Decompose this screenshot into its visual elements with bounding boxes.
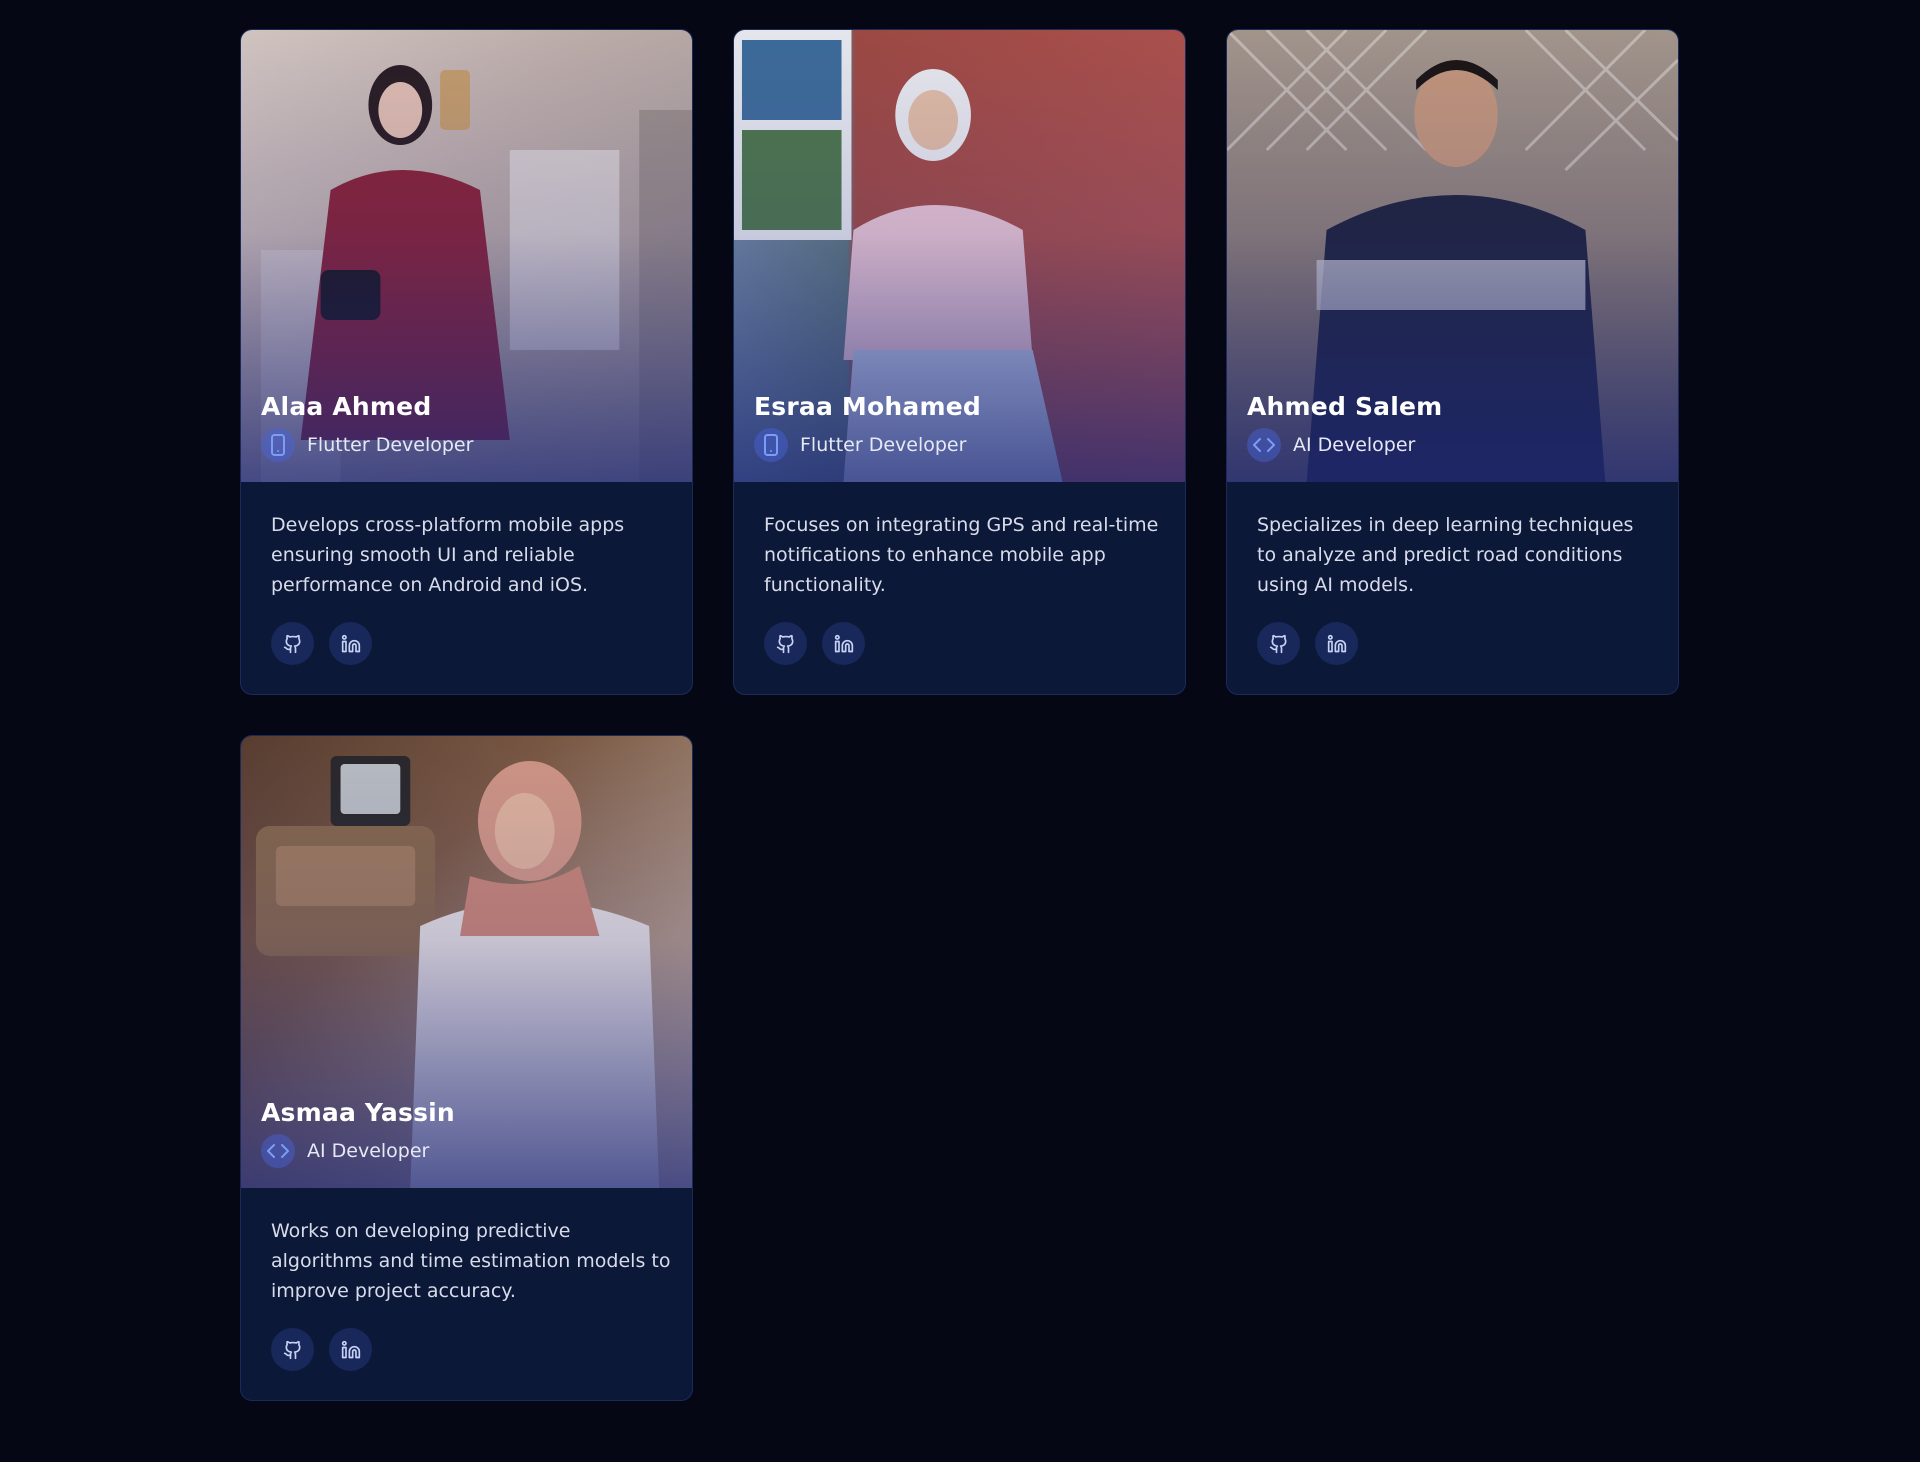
profile-photo: Esraa Mohamed Flutter Developer: [734, 30, 1185, 482]
team-card: Asmaa Yassin AI Developer Works on devel…: [240, 735, 693, 1401]
linkedin-link[interactable]: [1315, 622, 1358, 665]
github-link[interactable]: [1257, 622, 1300, 665]
member-role: AI Developer: [1247, 428, 1415, 462]
code-icon: [261, 1134, 295, 1168]
linkedin-link[interactable]: [822, 622, 865, 665]
role-label: Flutter Developer: [800, 434, 967, 456]
social-links: [271, 1328, 372, 1371]
mobile-icon: [261, 428, 295, 462]
team-card: Ahmed Salem AI Developer Specializes in …: [1226, 29, 1679, 695]
github-icon: [283, 1340, 301, 1359]
github-link[interactable]: [764, 622, 807, 665]
member-name: Alaa Ahmed: [261, 392, 432, 421]
profile-photo: Ahmed Salem AI Developer: [1227, 30, 1678, 482]
profile-photo: Alaa Ahmed Flutter Developer: [241, 30, 692, 482]
member-name: Asmaa Yassin: [261, 1098, 455, 1127]
linkedin-icon: [341, 1340, 360, 1358]
mobile-icon: [754, 428, 788, 462]
github-link[interactable]: [271, 1328, 314, 1371]
github-link[interactable]: [271, 622, 314, 665]
member-name: Esraa Mohamed: [754, 392, 981, 421]
team-card: Alaa Ahmed Flutter Developer Develops cr…: [240, 29, 693, 695]
role-label: AI Developer: [1293, 434, 1416, 456]
linkedin-link[interactable]: [329, 622, 372, 665]
member-name: Ahmed Salem: [1247, 392, 1443, 421]
social-links: [271, 622, 372, 665]
member-description: Specializes in deep learning techniques …: [1257, 514, 1634, 596]
team-grid: Alaa Ahmed Flutter Developer Develops cr…: [240, 29, 1679, 1401]
github-icon: [776, 634, 794, 653]
member-role: Flutter Developer: [754, 428, 966, 462]
linkedin-icon: [834, 634, 853, 652]
role-label: Flutter Developer: [307, 434, 474, 456]
member-description: Works on developing predictive algorithm…: [271, 1220, 671, 1302]
linkedin-icon: [1327, 634, 1346, 652]
code-icon: [1247, 428, 1281, 462]
role-label: AI Developer: [307, 1140, 430, 1162]
social-links: [1257, 622, 1358, 665]
linkedin-link[interactable]: [329, 1328, 372, 1371]
github-icon: [283, 634, 301, 653]
github-icon: [1269, 634, 1287, 653]
member-role: Flutter Developer: [261, 428, 473, 462]
linkedin-icon: [341, 634, 360, 652]
social-links: [764, 622, 865, 665]
member-description: Develops cross-platform mobile apps ensu…: [271, 514, 625, 596]
profile-photo: Asmaa Yassin AI Developer: [241, 736, 692, 1188]
member-description: Focuses on integrating GPS and real-time…: [764, 514, 1159, 596]
member-role: AI Developer: [261, 1134, 429, 1168]
team-card: Esraa Mohamed Flutter Developer Focuses …: [733, 29, 1186, 695]
